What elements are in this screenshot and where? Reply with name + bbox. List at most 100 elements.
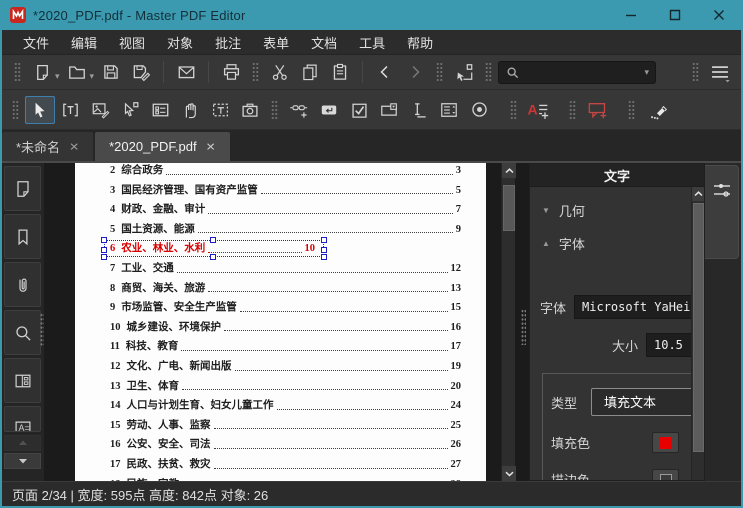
tab-2020-pdf[interactable]: *2020_PDF.pdf ✕ — [95, 132, 230, 161]
toolbar-grip[interactable] — [252, 61, 260, 83]
combobox-tool-button[interactable] — [374, 96, 404, 124]
close-button[interactable] — [697, 0, 741, 30]
text-type-dropdown[interactable]: 填充文本 — [591, 388, 695, 416]
edit-text-tool-button[interactable] — [55, 96, 85, 124]
print-button[interactable] — [216, 58, 246, 86]
save-as-button[interactable] — [126, 58, 156, 86]
search-input[interactable] — [520, 65, 645, 79]
sidebar-scroll-down-button[interactable] — [4, 453, 41, 469]
menu-form[interactable]: 表单 — [252, 30, 300, 55]
push-button-tool-button[interactable] — [314, 96, 344, 124]
collapse-triangle-icon[interactable]: ▼ — [542, 206, 550, 215]
panel-vertical-scrollbar[interactable] — [691, 187, 704, 480]
fit-selection-button[interactable] — [449, 58, 479, 86]
panel-scrollbar-thumb[interactable] — [693, 203, 704, 452]
radio-button-tool-button[interactable] — [464, 96, 494, 124]
selection-handle[interactable] — [101, 253, 107, 260]
bookmarks-panel-button[interactable] — [4, 214, 41, 259]
attachments-panel-button[interactable] — [4, 262, 41, 307]
save-button[interactable] — [96, 58, 126, 86]
search-caret-icon[interactable]: ▾ — [645, 67, 650, 78]
add-callout-annotation-button[interactable] — [582, 96, 612, 124]
sidebar-scroll-up-button[interactable] — [4, 435, 41, 451]
back-button[interactable] — [370, 58, 400, 86]
scrollbar-thumb[interactable] — [503, 185, 515, 231]
toolbar-grip[interactable] — [12, 98, 19, 121]
toolbar-grip[interactable] — [569, 98, 576, 121]
snapshot-tool-button[interactable] — [235, 96, 265, 124]
toolbar-grip[interactable] — [628, 98, 635, 121]
email-button[interactable] — [171, 58, 201, 86]
menu-document[interactable]: 文档 — [300, 30, 348, 55]
fill-color-button[interactable] — [652, 432, 679, 453]
selection-handle[interactable] — [321, 246, 327, 253]
form-fields-panel-button[interactable] — [4, 358, 41, 403]
menu-bar: 文件 编辑 视图 对象 批注 表单 文档 工具 帮助 — [2, 30, 741, 55]
stroke-color-button[interactable] — [652, 469, 679, 480]
eraser-tool-button[interactable] — [641, 96, 671, 124]
list-box-tool-button[interactable] — [434, 96, 464, 124]
search-box[interactable]: ▾ — [498, 60, 657, 84]
section-geometry[interactable]: ▼ 几何 — [542, 201, 688, 220]
object-inspector-tab[interactable] — [705, 165, 739, 259]
paste-button[interactable] — [325, 58, 355, 86]
menu-file[interactable]: 文件 — [12, 30, 60, 55]
selection-handle[interactable] — [209, 253, 216, 260]
select-tool-button[interactable] — [25, 95, 55, 124]
overflow-menu-button[interactable] — [705, 58, 735, 86]
menu-object[interactable]: 对象 — [156, 30, 204, 55]
selection-handle[interactable] — [101, 237, 107, 244]
edit-image-tool-button[interactable] — [85, 96, 115, 124]
toolbar-grip[interactable] — [436, 61, 444, 83]
edit-forms-tool-button[interactable] — [145, 96, 175, 124]
expand-triangle-icon[interactable]: ▲ — [542, 239, 550, 248]
toolbar-grip[interactable] — [692, 61, 699, 83]
menu-view[interactable]: 视图 — [108, 30, 156, 55]
add-text-annotation-button[interactable]: A — [523, 96, 553, 124]
new-document-button[interactable] — [27, 58, 57, 86]
toc-row: 16 公安、安全、司法 26 — [110, 439, 461, 451]
checkbox-tool-button[interactable] — [344, 96, 374, 124]
hand-tool-button[interactable] — [175, 96, 205, 124]
panel-scroll-up-icon[interactable] — [692, 187, 704, 201]
scroll-down-icon[interactable] — [502, 466, 516, 481]
search-panel-button[interactable] — [4, 310, 41, 355]
copy-button[interactable] — [295, 58, 325, 86]
section-font[interactable]: ▲ 字体 — [542, 234, 688, 253]
tab-close-icon[interactable]: ✕ — [69, 140, 79, 153]
menu-edit[interactable]: 编辑 — [60, 30, 108, 55]
toc-row: 11 科技、教育 17 — [110, 341, 461, 353]
pages-panel-button[interactable] — [4, 166, 41, 211]
open-file-button[interactable] — [62, 58, 92, 86]
menu-help[interactable]: 帮助 — [396, 30, 444, 55]
text-field-tool-button[interactable] — [404, 96, 434, 124]
scroll-up-icon[interactable] — [502, 163, 516, 178]
panel-splitter-grip[interactable] — [521, 309, 526, 346]
document-viewport[interactable]: 2 综合政务 3 3 国民经济管理、国有资产监管 5 4 财政、金融、审计 7 5 国土资源、… — [44, 163, 529, 481]
maximize-button[interactable] — [653, 0, 697, 30]
tab-close-icon[interactable]: ✕ — [206, 140, 216, 153]
toolbar-grip[interactable] — [510, 98, 517, 121]
menu-tools[interactable]: 工具 — [348, 30, 396, 55]
selection-handle[interactable] — [321, 237, 327, 244]
toolbar-grip[interactable] — [485, 61, 493, 83]
document-tab-bar: *未命名 ✕ *2020_PDF.pdf ✕ — [2, 130, 741, 163]
toolbar-grip[interactable] — [271, 98, 278, 121]
properties-panel-button[interactable]: A= — [4, 406, 41, 432]
add-link-tool-button[interactable] — [284, 96, 314, 124]
select-text-tool-button[interactable] — [205, 96, 235, 124]
cut-button[interactable] — [265, 58, 295, 86]
selection-handle[interactable] — [209, 237, 216, 244]
tab-untitled[interactable]: *未命名 ✕ — [2, 132, 94, 161]
toolbar-grip[interactable] — [14, 61, 21, 83]
font-family-input[interactable]: Microsoft YaHei — [574, 295, 702, 319]
edit-path-tool-button[interactable] — [115, 96, 145, 124]
document-vertical-scrollbar[interactable] — [501, 163, 516, 481]
selection-handle[interactable] — [101, 246, 107, 253]
forward-button[interactable] — [400, 58, 430, 86]
selection-handle[interactable] — [321, 253, 327, 260]
toc-row-selected[interactable]: 6 农业、林业、水利 10 — [101, 235, 461, 260]
pdf-page[interactable]: 2 综合政务 3 3 国民经济管理、国有资产监管 5 4 财政、金融、审计 7 5 国土资源、… — [75, 163, 486, 481]
menu-annotation[interactable]: 批注 — [204, 30, 252, 55]
minimize-button[interactable] — [609, 0, 653, 30]
